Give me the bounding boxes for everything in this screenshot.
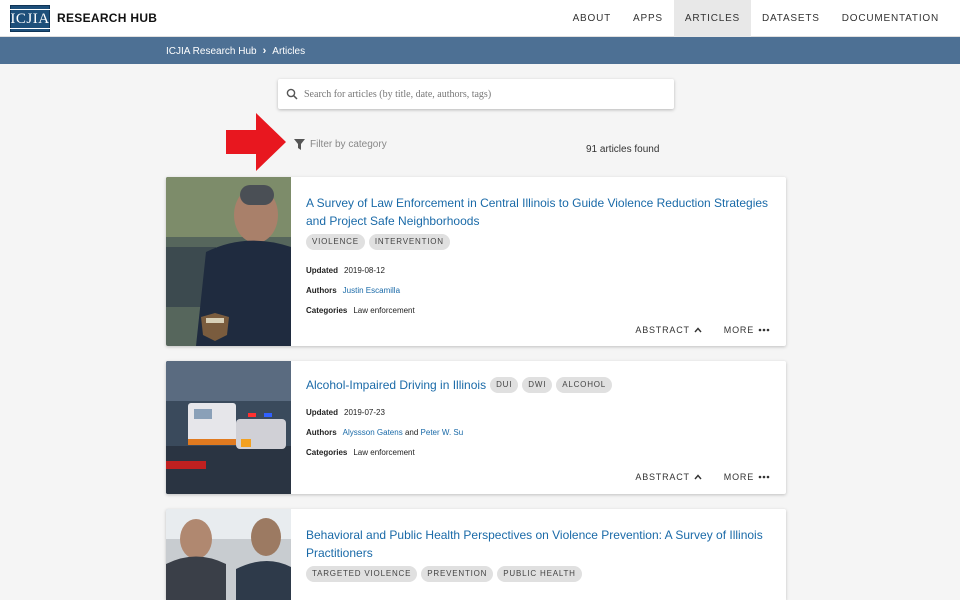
tag-chip[interactable]: ALCOHOL	[556, 377, 613, 393]
search-input[interactable]	[304, 88, 664, 100]
article-title[interactable]: Behavioral and Public Health Perspective…	[306, 526, 770, 562]
abstract-toggle-button[interactable]: ABSTRACT	[635, 325, 702, 335]
title-row: Alcohol-Impaired Driving in Illinois DUI…	[306, 376, 770, 394]
more-button[interactable]: MORE	[724, 472, 770, 482]
updated-row: Updated 2019-07-23	[306, 408, 770, 418]
logo-text: ICJIA	[7, 8, 53, 29]
categories-row: Categories Law enforcement	[306, 306, 770, 316]
chevron-up-icon	[694, 327, 702, 333]
breadcrumb-bar: ICJIA Research Hub › Articles	[0, 37, 960, 64]
authors-label: Authors	[306, 286, 337, 295]
red-arrow-annotation	[226, 113, 286, 171]
nav-about[interactable]: ABOUT	[562, 0, 622, 37]
chevron-right-icon: ›	[262, 45, 267, 57]
tag-chip[interactable]: PREVENTION	[421, 566, 494, 582]
authors-row: Authors Justin Escamilla	[306, 286, 770, 296]
nav-articles[interactable]: ARTICLES	[673, 0, 752, 37]
more-button[interactable]: MORE	[724, 325, 770, 335]
filter-label: Filter by category	[310, 139, 387, 150]
updated-date: 2019-07-23	[344, 408, 385, 417]
author-link[interactable]: Peter W. Su	[421, 428, 464, 437]
filter-funnel-icon	[294, 139, 305, 150]
abstract-label: ABSTRACT	[635, 472, 690, 482]
chevron-up-icon	[694, 474, 702, 480]
tag-list: TARGETED VIOLENCE PREVENTION PUBLIC HEAL…	[306, 566, 770, 582]
category-value: Law enforcement	[353, 306, 415, 315]
nav-datasets[interactable]: DATASETS	[751, 0, 831, 37]
authors-and: and	[404, 428, 419, 437]
tag-chip[interactable]: INTERVENTION	[368, 234, 450, 250]
more-label: MORE	[723, 325, 754, 335]
updated-row: Updated 2019-08-12	[306, 266, 770, 276]
updated-date: 2019-08-12	[344, 266, 385, 275]
breadcrumb-home[interactable]: ICJIA Research Hub	[166, 46, 257, 57]
tag-chip[interactable]: TARGETED VIOLENCE	[306, 566, 418, 582]
authors-label: Authors	[306, 428, 337, 437]
more-dots-icon	[758, 475, 770, 479]
abstract-label: ABSTRACT	[635, 325, 690, 335]
more-dots-icon	[758, 328, 770, 332]
nav-apps[interactable]: APPS	[622, 0, 674, 37]
categories-row: Categories Law enforcement	[306, 448, 770, 458]
updated-label: Updated	[306, 266, 338, 275]
tag-list: VIOLENCE INTERVENTION	[306, 234, 770, 250]
categories-label: Categories	[306, 306, 348, 315]
nav-documentation[interactable]: DOCUMENTATION	[831, 0, 950, 37]
article-title[interactable]: A Survey of Law Enforcement in Central I…	[306, 194, 770, 230]
article-thumbnail-police-officer[interactable]	[166, 177, 291, 346]
tag-chip[interactable]: DUI	[490, 377, 519, 393]
card-actions: ABSTRACT MORE	[635, 472, 770, 482]
article-thumbnail-emergency-vehicles[interactable]	[166, 361, 291, 494]
category-value: Law enforcement	[353, 448, 415, 457]
card-actions: ABSTRACT MORE	[635, 325, 770, 335]
search-icon	[286, 88, 298, 100]
article-card: Alcohol-Impaired Driving in Illinois DUI…	[166, 361, 786, 494]
article-card: Behavioral and Public Health Perspective…	[166, 509, 786, 600]
main-nav: ABOUT APPS ARTICLES DATASETS DOCUMENTATI…	[562, 0, 950, 37]
updated-label: Updated	[306, 408, 338, 417]
filter-by-category[interactable]: Filter by category	[294, 139, 387, 150]
search-box	[278, 79, 674, 109]
categories-label: Categories	[306, 448, 348, 457]
top-nav-bar: ICJIA RESEARCH HUB ABOUT APPS ARTICLES D…	[0, 0, 960, 37]
brand-title[interactable]: RESEARCH HUB	[57, 11, 157, 25]
tag-chip[interactable]: VIOLENCE	[306, 234, 365, 250]
results-count: 91 articles found	[586, 144, 660, 155]
author-link[interactable]: Justin Escamilla	[343, 286, 400, 296]
abstract-toggle-button[interactable]: ABSTRACT	[635, 472, 702, 482]
icjia-logo[interactable]: ICJIA	[7, 5, 53, 32]
tag-chip[interactable]: PUBLIC HEALTH	[497, 566, 582, 582]
breadcrumb-current: Articles	[272, 45, 306, 57]
more-label: MORE	[723, 472, 754, 482]
breadcrumb: ICJIA Research Hub › Articles	[166, 45, 305, 57]
author-link[interactable]: Alyssson Gatens	[343, 428, 403, 437]
authors-row: Authors Alyssson Gatens and Peter W. Su	[306, 428, 770, 438]
article-thumbnail-people-talking[interactable]	[166, 509, 291, 600]
tag-chip[interactable]: DWI	[522, 377, 553, 393]
article-card: A Survey of Law Enforcement in Central I…	[166, 177, 786, 346]
article-title[interactable]: Alcohol-Impaired Driving in Illinois	[306, 376, 486, 394]
